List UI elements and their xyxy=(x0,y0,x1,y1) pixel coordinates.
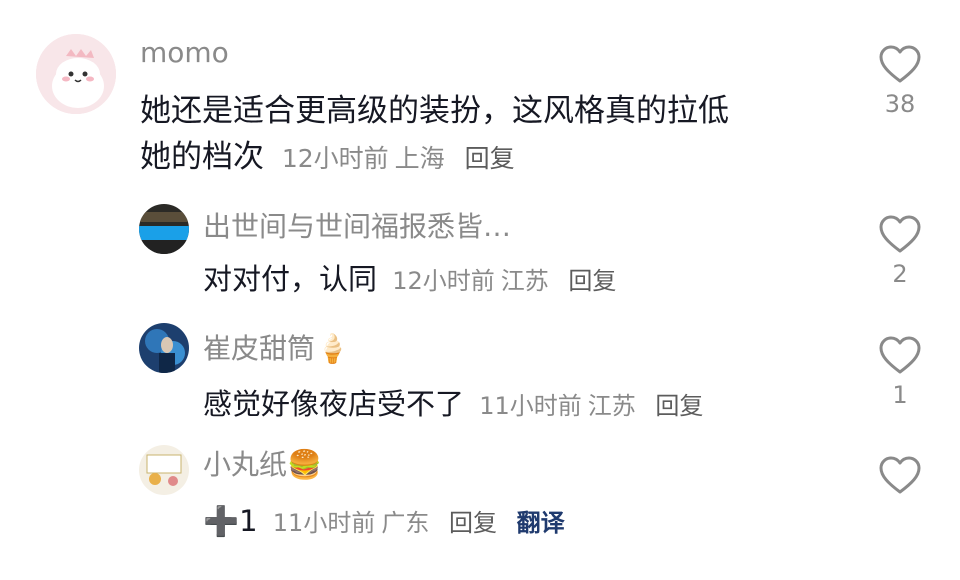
comment-text-line: 她还是适合更高级的装扮，这风格真的拉低 xyxy=(140,93,729,129)
reply-meta: 11小时前 广东 回复 翻译 xyxy=(273,509,577,537)
reply-text: 对对付，认同 12小时前 江苏 回复 xyxy=(203,256,628,298)
pink-cartoon-avatar-icon xyxy=(36,34,116,114)
heart-outline-icon xyxy=(879,215,921,253)
reply-text: ➕1 11小时前 广东 回复 翻译 xyxy=(203,503,577,539)
like-count: 2 xyxy=(892,260,908,288)
reply-text: 感觉好像夜店受不了 11小时前 江苏 回复 xyxy=(203,381,715,423)
reply-button[interactable]: 回复 xyxy=(465,144,515,173)
comment-meta: 12小时前 上海 回复 xyxy=(282,144,527,173)
like-count: 38 xyxy=(884,90,916,118)
comment-time: 12小时前 xyxy=(281,144,389,173)
like-button[interactable]: 1 xyxy=(870,335,930,409)
reply-location: 广东 xyxy=(381,509,430,537)
like-button[interactable]: 2 xyxy=(870,214,930,288)
comment-item: momo 她还是适合更高级的装扮，这风格真的拉低 她的档次 12小时前 上海 回复… xyxy=(0,0,960,190)
heart-outline-icon xyxy=(879,456,921,494)
reply-text-content: ➕1 xyxy=(203,504,258,538)
reply-location: 江苏 xyxy=(587,392,636,420)
translate-button[interactable]: 翻译 xyxy=(517,509,565,537)
heart-outline-icon xyxy=(879,45,921,83)
reply-username[interactable]: 出世间与世间福报悉皆… xyxy=(203,205,511,245)
like-count: 1 xyxy=(892,381,908,409)
reply-location: 江苏 xyxy=(500,267,549,295)
comment-username[interactable]: momo xyxy=(140,36,229,69)
avatar[interactable] xyxy=(139,204,189,254)
cartoon-sticker-avatar-icon xyxy=(139,445,189,495)
reply-text-content: 感觉好像夜店受不了 xyxy=(203,387,465,421)
reply-item: 崔皮甜筒🍦 感觉好像夜店受不了 11小时前 江苏 回复 1 xyxy=(0,305,960,423)
reply-item: 出世间与世间福报悉皆… 对对付，认同 12小时前 江苏 回复 2 xyxy=(0,190,960,300)
blue-portrait-avatar-icon xyxy=(139,323,189,373)
reply-meta: 12小时前 江苏 回复 xyxy=(392,267,628,295)
avatar[interactable] xyxy=(36,34,116,114)
avatar[interactable] xyxy=(139,445,189,495)
avatar[interactable] xyxy=(139,323,189,373)
comment-text-line: 她的档次 xyxy=(140,139,264,175)
comment-location: 上海 xyxy=(394,144,445,173)
reply-button[interactable]: 回复 xyxy=(655,392,703,420)
like-button[interactable] xyxy=(870,455,930,501)
reply-username[interactable]: 崔皮甜筒🍦 xyxy=(203,327,350,367)
reply-meta: 11小时前 江苏 回复 xyxy=(479,392,715,420)
like-button[interactable]: 38 xyxy=(870,44,930,118)
reply-username[interactable]: 小丸纸🍔 xyxy=(203,443,322,483)
heart-outline-icon xyxy=(879,336,921,374)
reply-button[interactable]: 回复 xyxy=(449,509,497,537)
reply-item: 小丸纸🍔 ➕1 11小时前 广东 回复 翻译 xyxy=(0,425,960,580)
reply-time: 11小时前 xyxy=(272,509,376,537)
comment-text-line-with-meta: 她的档次 12小时前 上海 回复 xyxy=(140,134,729,182)
blue-scene-avatar-icon xyxy=(139,204,189,254)
reply-time: 12小时前 xyxy=(392,267,495,295)
reply-text-content: 对对付，认同 xyxy=(203,262,378,296)
reply-time: 11小时前 xyxy=(479,392,582,420)
comment-text: 她还是适合更高级的装扮，这风格真的拉低 她的档次 12小时前 上海 回复 xyxy=(140,88,729,182)
reply-button[interactable]: 回复 xyxy=(568,267,616,295)
